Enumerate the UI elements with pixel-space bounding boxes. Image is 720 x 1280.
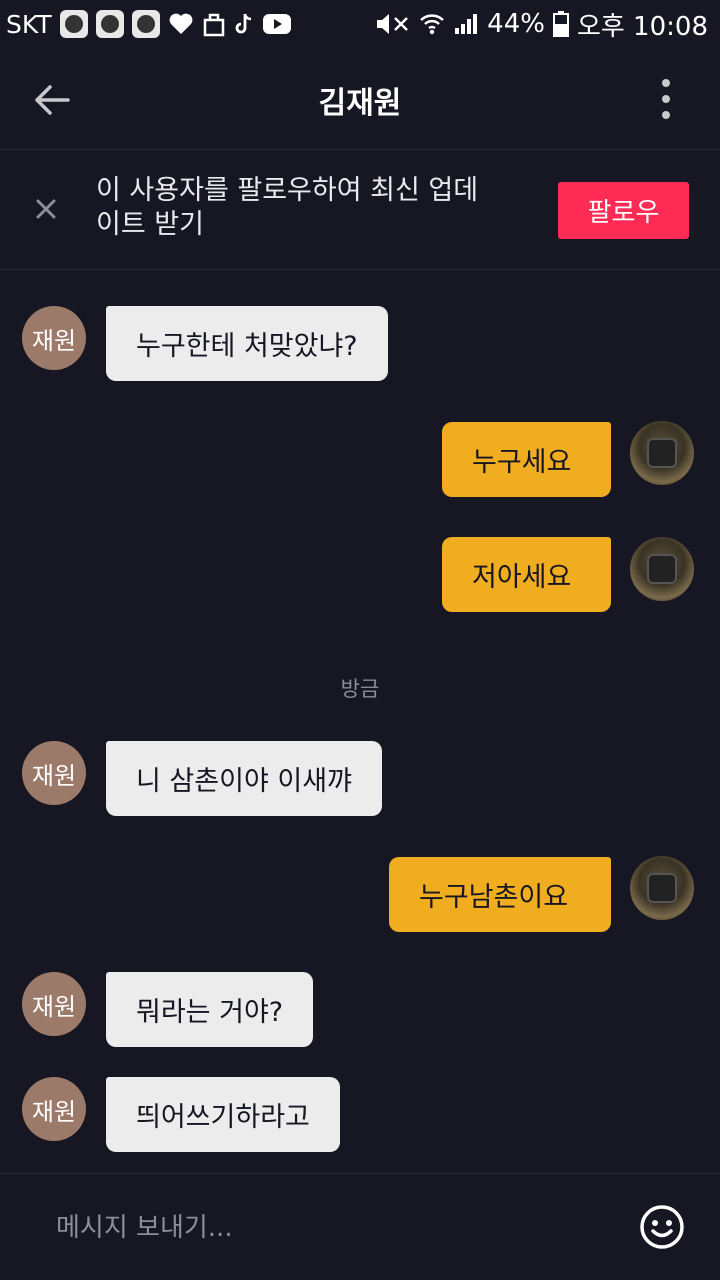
status-bar-right: 44% 오후 10:08: [373, 6, 708, 43]
message-bubble-incoming[interactable]: 니 삼촌이야 이새꺄: [106, 741, 382, 816]
more-options-button[interactable]: [654, 76, 678, 122]
heart-icon: [168, 12, 194, 36]
avatar[interactable]: 재원: [22, 741, 86, 805]
banner-close-button[interactable]: [32, 195, 60, 223]
smiley-icon: [640, 1205, 684, 1249]
tiktok-icon: [234, 12, 254, 36]
message-bubble-outgoing[interactable]: 누구세요: [442, 422, 611, 497]
more-vertical-icon: [662, 79, 670, 119]
battery-icon: [552, 11, 569, 37]
message-composer: [0, 1173, 720, 1280]
follow-button[interactable]: 팔로우: [558, 182, 689, 239]
notification-app-icon: [131, 10, 160, 38]
status-bar-left: SKT: [6, 10, 292, 39]
youtube-icon: [262, 13, 292, 35]
mute-icon: [373, 11, 411, 37]
battery-percent: 44%: [487, 9, 545, 39]
status-bar: SKT 44% 오후 10:08: [0, 0, 720, 48]
close-icon: [36, 199, 56, 219]
notification-app-icon: [59, 10, 88, 38]
avatar[interactable]: [630, 537, 694, 601]
emoji-button[interactable]: [638, 1203, 686, 1251]
wifi-icon: [419, 11, 445, 37]
message-bubble-incoming[interactable]: 띄어쓰기하라고: [106, 1077, 340, 1152]
message-bubble-outgoing[interactable]: 누구남촌이요: [389, 857, 611, 932]
avatar[interactable]: [630, 856, 694, 920]
carrier-label: SKT: [6, 9, 52, 39]
follow-banner: 이 사용자를 팔로우하여 최신 업데이트 받기 팔로우: [0, 150, 720, 270]
avatar[interactable]: [630, 421, 694, 485]
clock: 오후 10:08: [576, 11, 708, 42]
signal-icon: [453, 12, 479, 36]
chat-header: 김재원: [0, 48, 720, 150]
message-bubble-outgoing[interactable]: 저아세요: [442, 537, 611, 612]
page-title: 김재원: [318, 86, 402, 121]
avatar[interactable]: 재원: [22, 972, 86, 1036]
message-timestamp: 방금: [340, 677, 380, 701]
notification-app-icon: [95, 10, 124, 38]
avatar[interactable]: 재원: [22, 1077, 86, 1141]
message-bubble-incoming[interactable]: 누구한테 처맞았냐?: [106, 306, 388, 381]
message-bubble-incoming[interactable]: 뭐라는 거야?: [106, 972, 314, 1047]
follow-banner-text: 이 사용자를 팔로우하여 최신 업데이트 받기: [96, 175, 479, 240]
chat-screen: SKT 44% 오후 10:08 김재원 이 사용자를 팔로우하여 최신 업데이…: [0, 0, 720, 1280]
bag-icon: [202, 11, 226, 37]
avatar[interactable]: 재원: [22, 306, 86, 370]
message-input[interactable]: [54, 1202, 598, 1254]
